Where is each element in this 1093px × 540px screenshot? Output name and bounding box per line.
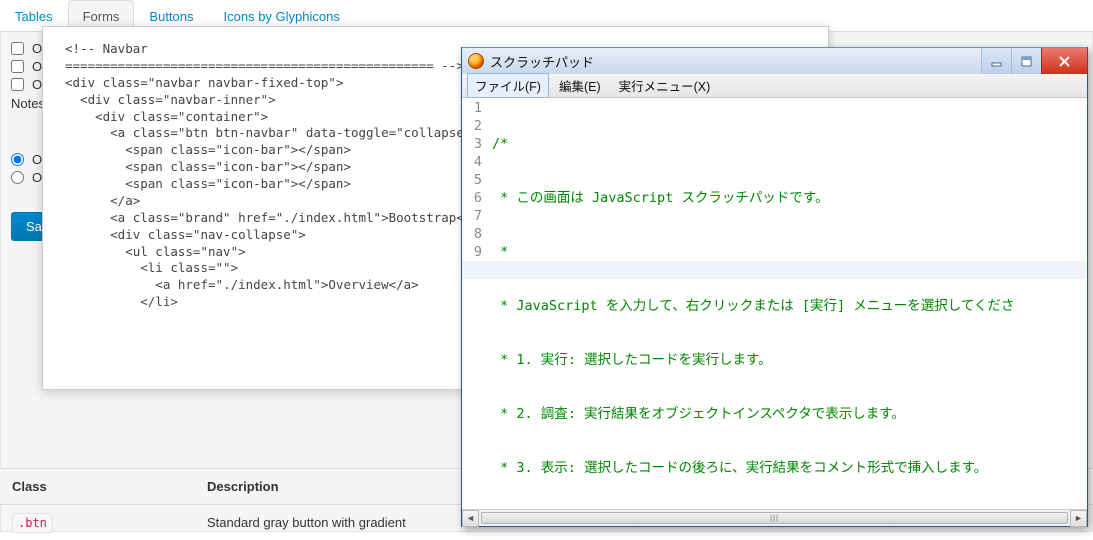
code-lines: /* * この画面は JavaScript スクラッチパッドです。 * * Ja… xyxy=(486,98,1087,509)
horizontal-scrollbar[interactable]: ◄ ► xyxy=(462,509,1087,526)
gutter: 1 2 3 4 5 6 7 8 9 10 xyxy=(462,98,486,509)
radio-optA[interactable] xyxy=(11,153,24,166)
minimize-button[interactable] xyxy=(981,48,1011,74)
menubar: ファイル(F) 編集(E) 実行メニュー(X) xyxy=(462,74,1087,98)
firefox-icon xyxy=(468,53,484,69)
checkbox-opt3[interactable] xyxy=(11,78,24,91)
close-button[interactable] xyxy=(1041,48,1087,74)
scratchpad-window: スクラッチパッド ファイル(F) 編集(E) 実行メニュー(X) 1 2 3 4… xyxy=(461,47,1088,527)
checkbox-opt2[interactable] xyxy=(11,60,24,73)
menu-file[interactable]: ファイル(F) xyxy=(467,73,549,98)
radio-optB[interactable] xyxy=(11,171,24,184)
menu-run[interactable]: 実行メニュー(X) xyxy=(611,73,719,98)
scroll-left-button[interactable]: ◄ xyxy=(462,510,479,527)
th-class: Class xyxy=(0,469,195,505)
class-code: .btn xyxy=(12,513,53,533)
checkbox-opt1[interactable] xyxy=(11,42,24,55)
scroll-track[interactable] xyxy=(479,510,1070,527)
scroll-thumb[interactable] xyxy=(481,512,1068,524)
window-title: スクラッチパッド xyxy=(490,52,981,71)
titlebar[interactable]: スクラッチパッド xyxy=(462,47,1087,74)
code-editor[interactable]: 1 2 3 4 5 6 7 8 9 10 /* * この画面は JavaScri… xyxy=(462,98,1087,509)
scroll-right-button[interactable]: ► xyxy=(1070,510,1087,527)
menu-edit[interactable]: 編集(E) xyxy=(551,73,609,98)
maximize-button[interactable] xyxy=(1011,48,1041,74)
